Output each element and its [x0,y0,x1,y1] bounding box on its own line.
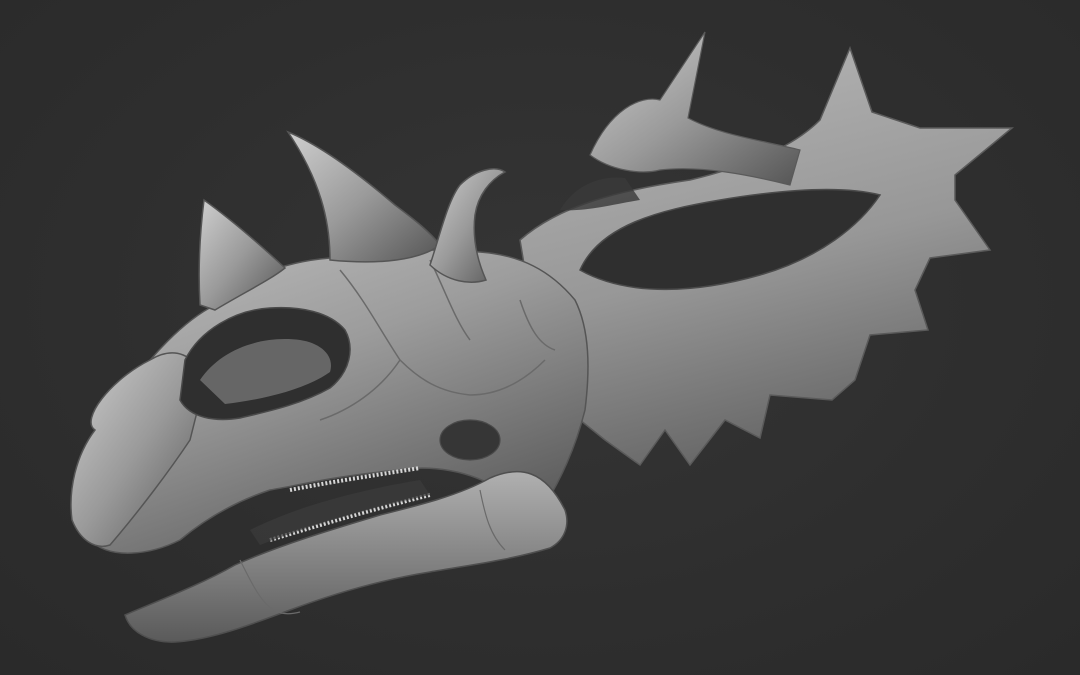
skull-sculpt [70,31,1015,643]
render-viewport [0,0,1080,675]
frill [519,31,1015,467]
